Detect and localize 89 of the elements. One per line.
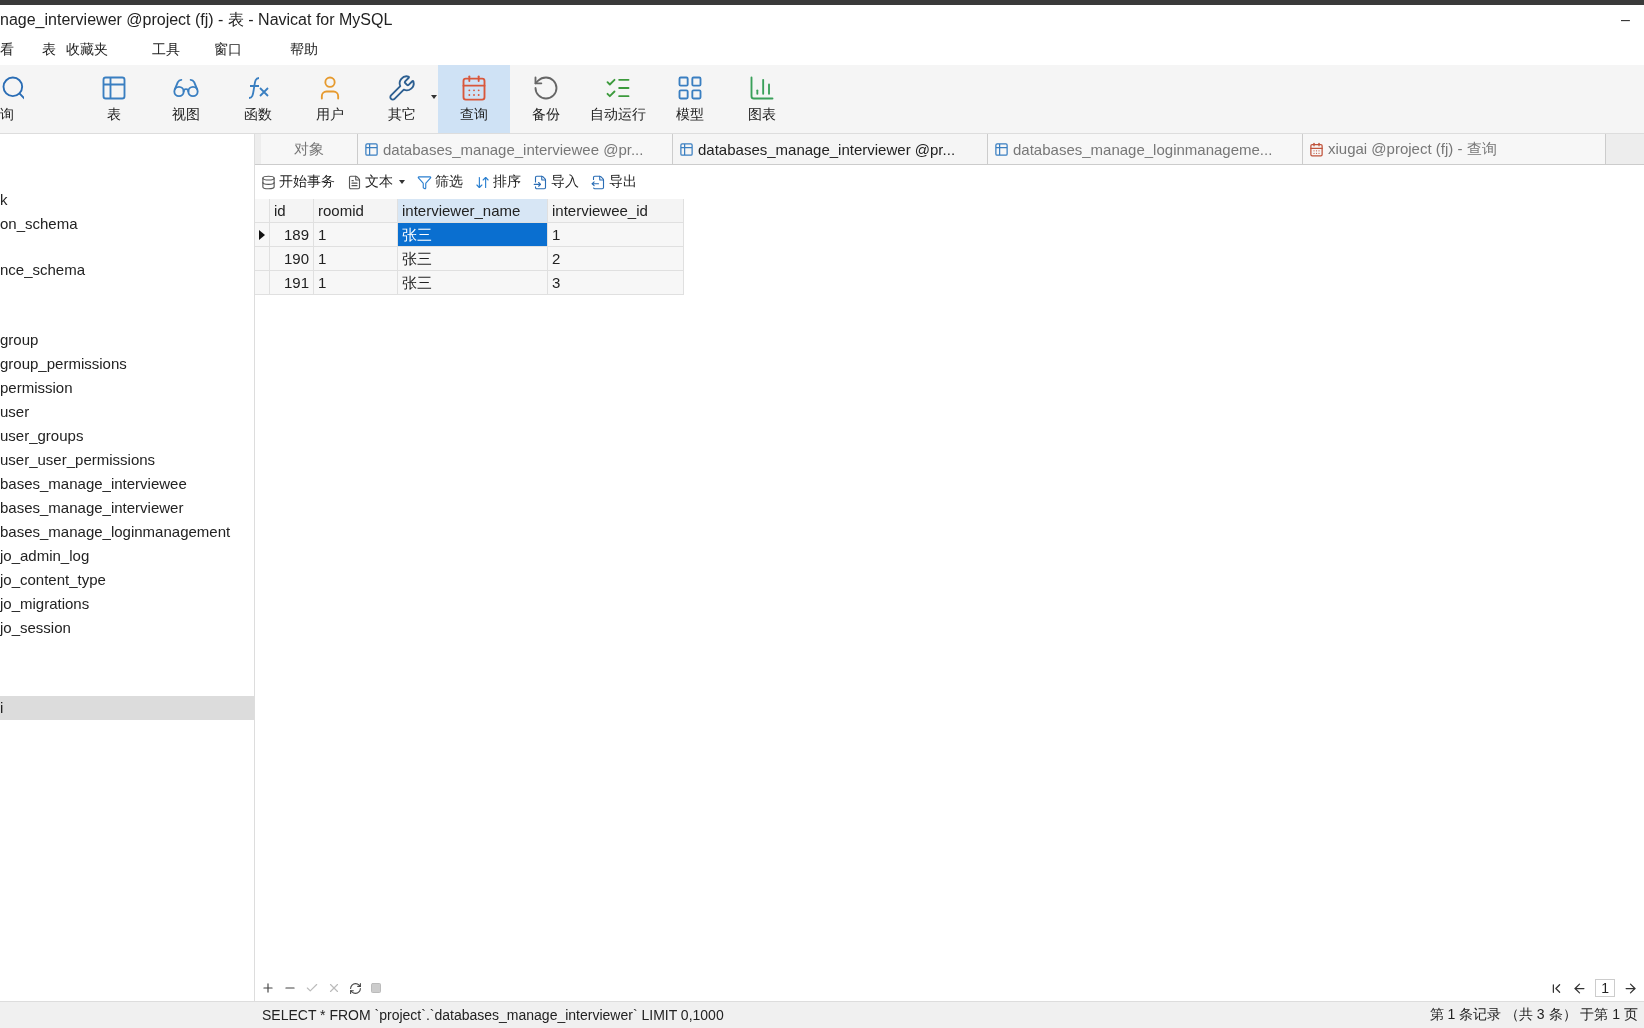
backup-icon — [532, 74, 560, 102]
sidebar-item[interactable]: user_groups — [0, 424, 254, 448]
database-icon — [261, 174, 276, 190]
record-info: 第 1 条记录 （共 3 条） 于第 1 页 — [1428, 1006, 1639, 1024]
wrench-icon — [388, 74, 416, 102]
sidebar-item[interactable]: jo_admin_log — [0, 544, 254, 568]
sidebar-item[interactable]: jo_session — [0, 616, 254, 640]
table-cell: 2 — [548, 247, 684, 271]
table-icon — [994, 141, 1009, 157]
check-icon[interactable] — [305, 981, 319, 995]
sidebar-item[interactable]: nce_schema — [0, 258, 254, 282]
column-header[interactable]: interviewer_name — [398, 199, 548, 223]
column-header[interactable]: interviewee_id — [548, 199, 684, 223]
sidebar-item[interactable]: permission — [0, 376, 254, 400]
toolbar-button[interactable]: 开始事务 — [261, 173, 335, 191]
chart-icon — [748, 74, 776, 102]
tab[interactable]: xiugai @project (fj) - 查询 — [1303, 134, 1606, 164]
menu-item[interactable]: 收藏夹 — [66, 41, 108, 59]
menu-item[interactable]: 看 — [0, 41, 14, 59]
sidebar-item[interactable]: bases_manage_loginmanagement — [0, 520, 254, 544]
table-cell: 1 — [314, 223, 398, 247]
sidebar-item[interactable]: i — [0, 696, 254, 720]
toolbar-button[interactable]: 模型 — [654, 65, 726, 133]
page-field[interactable]: 1 — [1595, 979, 1615, 997]
tab[interactable]: databases_manage_interviewee @pr... — [358, 134, 673, 164]
toolbar-button[interactable]: 导出 — [591, 173, 637, 191]
tab[interactable]: databases_manage_interviewer @pr... — [673, 134, 988, 164]
sidebar-item[interactable]: jo_migrations — [0, 592, 254, 616]
toolbar-button[interactable]: 函数 — [222, 65, 294, 133]
toolbar-button[interactable]: 筛选 — [417, 173, 463, 191]
toolbar-button[interactable]: 表 — [78, 65, 150, 133]
previous-icon[interactable] — [1572, 980, 1588, 996]
table-icon — [100, 74, 128, 102]
table-icon — [679, 141, 694, 157]
sidebar-item[interactable]: jo_content_type — [0, 568, 254, 592]
toolbar-button[interactable]: 备份 — [510, 65, 582, 133]
menu-item[interactable]: 工具 — [152, 41, 180, 59]
toolbar-button[interactable]: 询 — [0, 65, 24, 133]
table-cell: 张三 — [398, 223, 548, 247]
table-cell: 张三 — [398, 271, 548, 295]
document-icon — [347, 174, 362, 190]
menu-item[interactable]: 帮助 — [290, 41, 318, 59]
column-header[interactable]: id — [270, 199, 314, 223]
current-row-icon — [259, 229, 265, 240]
table-cell: 189 — [270, 223, 314, 247]
minimize-button[interactable]: – — [1607, 11, 1644, 29]
model-icon — [676, 74, 704, 102]
sidebar-item[interactable]: user — [0, 400, 254, 424]
sort-icon — [475, 174, 490, 190]
sidebar-item[interactable]: k — [0, 188, 254, 212]
calendar-icon — [1309, 141, 1324, 157]
toolbar-button[interactable]: 文本 — [347, 173, 405, 191]
sidebar-item[interactable]: bases_manage_interviewer — [0, 496, 254, 520]
toolbar-button[interactable]: 视图 — [150, 65, 222, 133]
sidebar-item[interactable]: bases_manage_interviewee — [0, 472, 254, 496]
table-cell: 张三 — [398, 247, 548, 271]
window-title: nage_interviewer @project (fj) - 表 - Navicat for MySQL — [0, 9, 393, 30]
search-icon — [0, 74, 24, 102]
caret-icon[interactable] — [399, 180, 405, 184]
next-icon[interactable] — [1623, 980, 1638, 996]
tab[interactable]: 对象 — [261, 134, 358, 164]
sidebar-item[interactable]: on_schema — [0, 212, 254, 236]
table-cell: 3 — [548, 271, 684, 295]
table-cell: 190 — [270, 247, 314, 271]
toolbar-button[interactable]: 自动运行 — [582, 65, 654, 133]
menu-item[interactable]: 表 — [42, 41, 56, 59]
export-icon — [591, 174, 606, 190]
menu-item[interactable]: 窗口 — [214, 41, 242, 59]
sql-statement: SELECT * FROM `project`.`databases_manage_interviewer` LIMIT 0,1000 — [261, 1007, 725, 1023]
import-icon — [533, 174, 548, 190]
tab[interactable]: databases_manage_loginmanageme... — [988, 134, 1303, 164]
column-header[interactable]: roomid — [314, 199, 398, 223]
table-icon — [364, 141, 379, 157]
table-cell: 1 — [314, 271, 398, 295]
sidebar-item[interactable]: user_user_permissions — [0, 448, 254, 472]
calendar-icon — [460, 74, 488, 102]
filter-icon — [417, 174, 432, 190]
refresh-icon[interactable] — [349, 981, 362, 995]
toolbar-button[interactable]: 排序 — [475, 173, 521, 191]
table-cell: 1 — [314, 247, 398, 271]
sidebar-item[interactable]: group — [0, 328, 254, 352]
add-icon[interactable] — [261, 981, 275, 995]
table-cell: 191 — [270, 271, 314, 295]
sidebar-item[interactable]: group_permissions — [0, 352, 254, 376]
table-cell: 1 — [548, 223, 684, 247]
toolbar-button[interactable]: 图表 — [726, 65, 798, 133]
toolbar-button[interactable]: 用户 — [294, 65, 366, 133]
toolbar-button[interactable]: 导入 — [533, 173, 579, 191]
toolbar-button[interactable]: 查询 — [438, 65, 510, 133]
